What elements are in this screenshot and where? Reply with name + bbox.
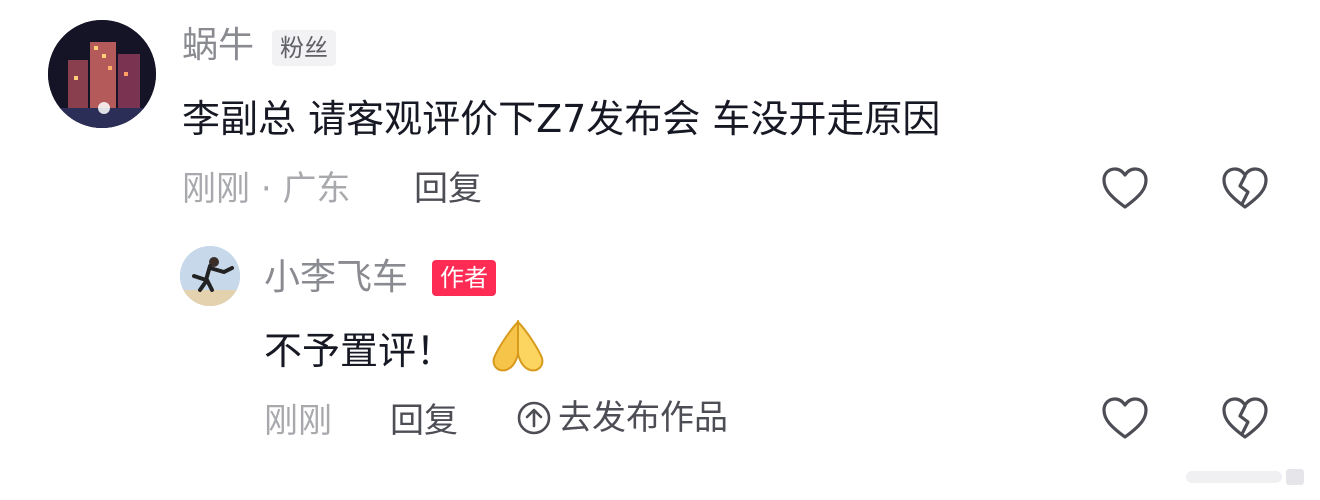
watermark-mark — [1186, 466, 1306, 488]
commenter-avatar[interactable] — [48, 20, 156, 128]
author-username[interactable]: 小李飞车 — [264, 260, 408, 296]
reply-time: 刚刚 — [264, 401, 332, 441]
reply-dislike-broken-heart-icon[interactable] — [1220, 394, 1270, 444]
comment-time-location: 刚刚 · 广东 — [182, 172, 350, 206]
meta-separator: · — [260, 169, 272, 209]
comment-time: 刚刚 — [182, 169, 250, 209]
reply-text-content: 不予置评！ — [264, 329, 455, 373]
commenter-username[interactable]: 蜗牛 — [182, 28, 254, 64]
publish-work-label: 去发布作品 — [558, 398, 728, 438]
publish-work-button[interactable]: 去发布作品 — [516, 400, 728, 436]
dislike-broken-heart-icon[interactable] — [1220, 164, 1270, 214]
comment-reply-button[interactable]: 回复 — [414, 172, 482, 206]
arrow-up-circle-icon — [516, 400, 552, 436]
fan-badge: 粉丝 — [272, 30, 336, 66]
night-building-image — [48, 20, 156, 128]
comment-location: 广东 — [282, 169, 351, 209]
author-badge: 作者 — [432, 260, 496, 296]
reply-text: 不予置评！ — [264, 332, 454, 370]
folded-hands-emoji-icon — [488, 318, 548, 374]
like-heart-icon[interactable] — [1100, 164, 1150, 214]
martial-arts-image — [180, 246, 240, 306]
reply-like-heart-icon[interactable] — [1100, 394, 1150, 444]
comment-text: 李副总 请客观评价下Z7发布会 车没开走原因 — [182, 97, 941, 141]
author-avatar[interactable] — [180, 246, 240, 306]
reply-reply-button[interactable]: 回复 — [390, 404, 458, 438]
